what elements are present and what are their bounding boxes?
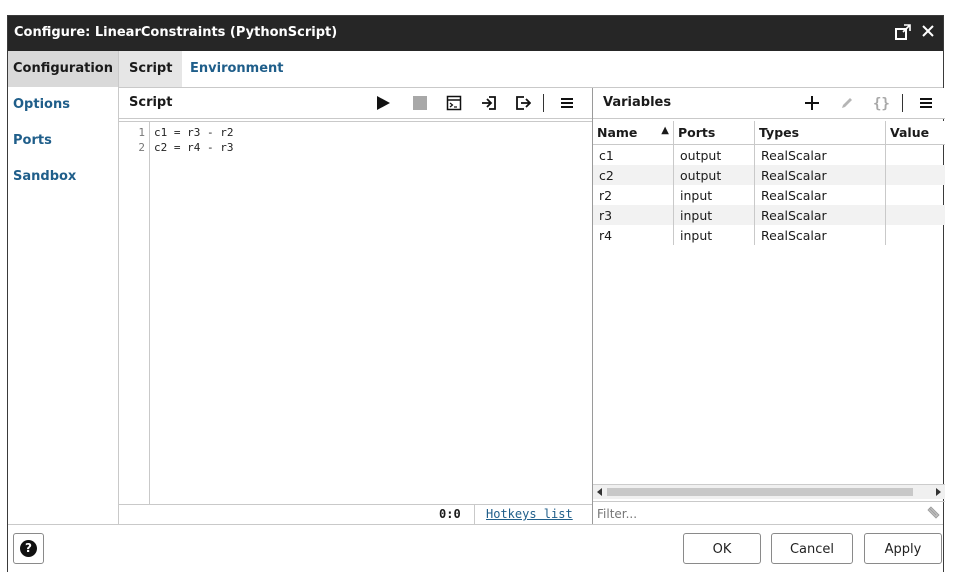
clear-filter-icon[interactable]	[927, 506, 941, 520]
line-number: 1	[138, 126, 145, 139]
variables-header: Variables {}	[593, 88, 945, 119]
script-header: Script	[119, 88, 592, 119]
svg-text:{}: {}	[873, 96, 890, 111]
window-title: Configure: LinearConstraints (PythonScri…	[14, 25, 338, 40]
scroll-right-icon[interactable]	[933, 487, 943, 497]
sidebar-item-configuration[interactable]: Configuration	[8, 51, 118, 87]
dialog-footer: ? OK Cancel Apply	[8, 524, 943, 572]
tab-environment[interactable]: Environment	[180, 51, 294, 87]
scrollbar-thumb[interactable]	[607, 488, 913, 496]
cell-ports: output	[673, 144, 755, 165]
sidebar: Configuration Options Ports Sandbox	[8, 51, 119, 524]
variables-pane: Variables {} Name ▲ Ports Types Value c1…	[593, 88, 945, 524]
cell-value	[885, 165, 945, 185]
cursor-position: 0:0	[439, 507, 461, 521]
apply-button[interactable]: Apply	[864, 533, 942, 564]
cell-types: RealScalar	[754, 144, 886, 165]
cell-name: r4	[593, 225, 674, 245]
help-icon: ?	[20, 540, 37, 557]
horizontal-scrollbar[interactable]	[593, 484, 945, 499]
close-icon[interactable]	[918, 23, 938, 43]
cell-ports: output	[673, 165, 755, 185]
status-divider	[474, 505, 475, 525]
variables-table: Name ▲ Ports Types Value c1 output RealS…	[593, 121, 945, 245]
stop-icon[interactable]	[412, 95, 428, 111]
ok-button[interactable]: OK	[683, 533, 761, 564]
filter-bar	[593, 501, 945, 525]
script-pane: Script 1 2 c1 = r3 - r2 c2 = r4 - r3 0:0…	[119, 88, 593, 525]
import-icon[interactable]	[481, 95, 497, 111]
table-row[interactable]: r2 input RealScalar	[593, 185, 945, 205]
filter-input[interactable]	[595, 504, 919, 524]
braces-icon[interactable]: {}	[873, 95, 893, 111]
cell-value	[886, 185, 946, 205]
tab-script[interactable]: Script	[119, 51, 183, 87]
title-bar: Configure: LinearConstraints (PythonScri…	[8, 16, 943, 51]
code-editor[interactable]: 1 2 c1 = r3 - r2 c2 = r4 - r3	[119, 121, 592, 504]
cell-value	[886, 145, 946, 166]
hotkeys-list-link[interactable]: Hotkeys list	[486, 507, 573, 521]
cell-name: r2	[593, 185, 674, 205]
editor-status-bar: 0:0 Hotkeys list	[119, 504, 592, 525]
cell-name: r3	[593, 205, 674, 225]
script-pane-title: Script	[129, 95, 173, 110]
console-icon[interactable]	[446, 95, 462, 111]
cell-value	[885, 205, 945, 225]
cell-types: RealScalar	[754, 205, 886, 225]
cancel-button[interactable]: Cancel	[771, 533, 853, 564]
cell-types: RealScalar	[754, 225, 886, 245]
line-number-gutter: 1 2	[119, 122, 150, 504]
line-number: 2	[138, 141, 145, 154]
column-header-name[interactable]: Name ▲	[593, 121, 674, 145]
cell-ports: input	[673, 205, 755, 225]
cell-name: c2	[593, 165, 674, 185]
scroll-left-icon[interactable]	[595, 487, 605, 497]
cell-name: c1	[593, 144, 674, 165]
code-line[interactable]: c1 = r3 - r2	[154, 126, 233, 139]
edit-icon[interactable]	[839, 95, 855, 111]
add-icon[interactable]	[804, 95, 820, 111]
sort-ascending-icon: ▲	[661, 125, 669, 136]
column-header-value[interactable]: Value	[885, 121, 945, 145]
cell-ports: input	[673, 225, 755, 245]
configure-dialog: Configure: LinearConstraints (PythonScri…	[7, 15, 945, 572]
column-header-types[interactable]: Types	[754, 121, 886, 145]
menu-icon[interactable]	[918, 95, 934, 111]
cell-ports: input	[673, 185, 755, 205]
help-button[interactable]: ?	[13, 533, 44, 564]
popout-icon[interactable]	[893, 23, 913, 43]
code-line[interactable]: c2 = r4 - r3	[154, 141, 233, 154]
table-header-row: Name ▲ Ports Types Value	[593, 121, 945, 145]
cell-types: RealScalar	[754, 185, 886, 205]
variables-pane-title: Variables	[603, 95, 672, 110]
tab-bar: Script Environment	[119, 51, 943, 88]
table-row[interactable]: r3 input RealScalar	[593, 205, 945, 225]
menu-icon[interactable]	[559, 95, 575, 111]
toolbar-separator	[902, 94, 903, 112]
table-row[interactable]: c1 output RealScalar	[593, 144, 946, 166]
column-header-label: Name	[597, 125, 638, 140]
sidebar-item-ports[interactable]: Ports	[8, 123, 118, 159]
column-header-ports[interactable]: Ports	[673, 121, 755, 145]
cell-types: RealScalar	[754, 165, 886, 185]
toolbar-separator	[543, 94, 544, 112]
export-icon[interactable]	[515, 95, 531, 111]
run-icon[interactable]	[375, 95, 391, 111]
cell-value	[886, 225, 946, 245]
table-row[interactable]: c2 output RealScalar	[593, 165, 945, 185]
sidebar-item-options[interactable]: Options	[8, 87, 118, 123]
table-row[interactable]: r4 input RealScalar	[593, 225, 945, 245]
sidebar-item-sandbox[interactable]: Sandbox	[8, 159, 118, 195]
